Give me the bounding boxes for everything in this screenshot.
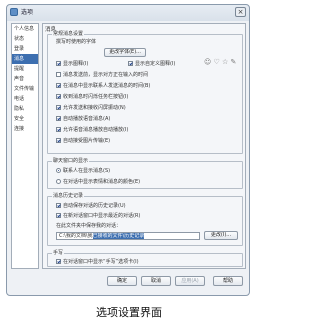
display-radio-1-label: 联系人在显示消息(S) [63,168,111,174]
save-history-checkbox[interactable] [56,203,61,208]
auto-accept-images-checkbox[interactable] [56,138,61,143]
history-path-selected: 已接收的文件\历史记录 [92,233,145,239]
display-radio-1[interactable] [56,168,61,173]
history-folder-input[interactable]: C:\我的文档\我已接收的文件\历史记录 [56,232,200,240]
show-custom-emoticons-checkbox[interactable] [128,61,133,66]
change-folder-button[interactable]: 更改(I)... [204,231,238,240]
save-history-label: 自动保存对话的历史记录(U) [63,203,126,209]
handwriting-tab-option[interactable]: 在对话窗口中显示“手写”选项卡(I) [56,258,139,265]
display-option-2[interactable]: 在对话中显示表情和消息的颜色(E) [56,178,140,185]
autoplay-voice-label: 自动播放语音消息(A) [63,116,111,122]
options-sidebar: 个人信息 状态 登录 消息 提醒 声音 文件传输 电话 隐私 安全 连接 [11,23,39,269]
display-radio-2[interactable] [56,179,61,184]
cancel-button[interactable]: 取消 [141,276,171,286]
show-recent-label: 在新对话窗口中显示最近的对话(R) [63,213,141,219]
history-path-prefix: C:\我的文档\我 [59,233,93,239]
sidebar-item-file-transfer[interactable]: 文件传输 [12,84,38,94]
sidebar-item-privacy[interactable]: 隐私 [12,104,38,114]
general-settings-group: 常规消息设置 撰写时使用的字体 更改字体(E)... 显示图释(I) 显示自定义… [47,31,243,154]
autoplay-voice-checkbox[interactable] [56,116,61,121]
show-emoticons-option[interactable]: 显示图释(I) [56,60,88,67]
handwriting-tab-checkbox[interactable] [56,259,61,264]
display-radio-2-label: 在对话中显示表情和消息的颜色(E) [63,179,141,185]
sidebar-item-alerts[interactable]: 提醒 [12,64,38,74]
window-title: 选项 [21,9,34,16]
sidebar-item-personal[interactable]: 个人信息 [12,24,38,34]
show-sent-time-option[interactable]: 在消息中显示联系人发送消息的时间(B) [56,82,150,89]
handwriting-title: 手写 [52,250,65,257]
sidebar-item-login[interactable]: 登录 [12,44,38,54]
close-button[interactable]: × [235,7,246,17]
nudge-checkbox[interactable] [56,105,61,110]
history-title: 消息历史记录 [52,193,85,200]
typing-time-label: 消息发送前，显示对方正在输入的时间 [63,72,149,78]
show-custom-emoticons-option[interactable]: 显示自定义图释(I) [128,60,175,67]
chat-display-title: 聊天窗口的显示 [52,158,90,165]
save-history-option[interactable]: 自动保存对话的历史记录(U) [56,202,126,209]
figure-caption: 选项设置界面 [96,306,162,319]
flash-taskbar-option[interactable]: 收到消息时闪烁任务栏按钮(I) [56,93,128,100]
sidebar-item-security[interactable]: 安全 [12,114,38,124]
sidebar-item-sounds[interactable]: 声音 [12,74,38,84]
title-bar: 选项 × [7,5,249,20]
auto-accept-images-label: 自动接受图片传输(E) [63,138,111,144]
sidebar-item-status[interactable]: 状态 [12,34,38,44]
display-option-1[interactable]: 联系人在显示消息(S) [56,167,110,174]
history-group: 消息历史记录 自动保存对话的历史记录(U) 在新对话窗口中显示最近的对话(R) … [47,193,243,246]
voice-autoplay-option[interactable]: 允许语音消息播放自动播放(I) [56,126,128,133]
change-font-button[interactable]: 更改字体(E)... [104,48,146,57]
handwriting-tab-label: 在对话窗口中显示“手写”选项卡(I) [63,259,139,265]
flash-taskbar-checkbox[interactable] [56,94,61,99]
nudge-option[interactable]: 允许发送和接收闪屏振动(N) [56,104,126,111]
show-sent-time-label: 在消息中显示联系人发送消息的时间(B) [63,83,151,89]
font-label: 撰写时使用的字体 [56,39,97,45]
show-recent-option[interactable]: 在新对话窗口中显示最近的对话(R) [56,212,140,219]
chat-display-group: 聊天窗口的显示 联系人在显示消息(S) 在对话中显示表情和消息的颜色(E) [47,158,243,189]
app-icon [10,8,18,16]
show-emoticons-checkbox[interactable] [56,61,61,66]
show-custom-emoticons-label: 显示自定义图释(I) [135,61,176,67]
nudge-label: 允许发送和接收闪屏振动(N) [63,105,126,111]
handwriting-group: 手写 在对话窗口中显示“手写”选项卡(I) [47,250,243,267]
ok-button[interactable]: 确定 [107,276,137,286]
sidebar-item-messages[interactable]: 消息 [12,54,38,64]
show-emoticons-label: 显示图释(I) [63,61,89,67]
sidebar-item-phone[interactable]: 电话 [12,94,38,104]
sidebar-item-connection[interactable]: 连接 [12,124,38,134]
apply-button[interactable]: 应用(A) [175,276,205,286]
voice-autoplay-checkbox[interactable] [56,127,61,132]
options-content: 消息 常规消息设置 撰写时使用的字体 更改字体(E)... 显示图释(I) 显示… [42,23,246,269]
autoplay-voice-option[interactable]: 自动播放语音消息(A) [56,115,110,122]
general-settings-title: 常规消息设置 [52,31,85,38]
flash-taskbar-label: 收到消息时闪烁任务栏按钮(I) [63,94,129,100]
help-button[interactable]: 帮助 [213,276,243,286]
typing-time-checkbox[interactable] [56,72,61,77]
show-recent-checkbox[interactable] [56,213,61,218]
emoticons-preview-icons: ☺ ♡ ☆ ✎ [204,58,237,66]
typing-time-option[interactable]: 消息发送前，显示对方正在输入的时间 [56,71,148,78]
auto-accept-images-option[interactable]: 自动接受图片传输(E) [56,137,110,144]
voice-autoplay-label: 允许语音消息播放自动播放(I) [63,127,129,133]
show-sent-time-checkbox[interactable] [56,83,61,88]
options-dialog: 选项 × 个人信息 状态 登录 消息 提醒 声音 文件传输 电话 隐私 安全 连… [6,4,250,296]
history-path-label: 在此文件夹中保存我的对话： [56,223,122,229]
